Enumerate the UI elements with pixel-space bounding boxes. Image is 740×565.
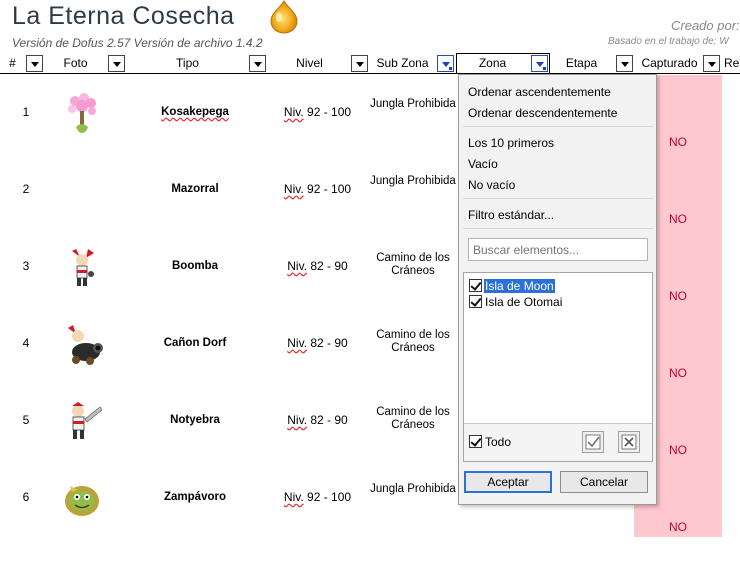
cancel-button[interactable]: Cancelar	[560, 471, 648, 493]
filter-button-nivel[interactable]	[351, 55, 368, 72]
menu-separator	[463, 228, 653, 229]
standard-filter-item[interactable]: Filtro estándar...	[468, 208, 554, 222]
nivel-value: 92 - 100	[303, 490, 352, 504]
col-header-subzona: Sub Zona	[373, 53, 433, 73]
nivel-range: Niv. 92 - 100	[270, 490, 365, 504]
subzona: Camino de los Cráneos	[376, 406, 450, 431]
not-empty-item[interactable]: No vacío	[468, 178, 515, 192]
menu-separator	[463, 198, 653, 199]
subzona: Camino de los Cráneos	[376, 329, 450, 354]
based-on: Basado en el trabajo de: W	[608, 36, 729, 47]
table-header: # Foto Tipo Nivel Sub Zona Zona Etapa Ca…	[0, 53, 740, 74]
row-number: 4	[22, 336, 30, 350]
row-number: 1	[22, 105, 30, 119]
col-header-re: Re	[724, 53, 740, 73]
col-header-tipo: Tipo	[130, 53, 246, 73]
nivel-value: 82 - 90	[307, 259, 348, 273]
deselect-all-button[interactable]	[618, 431, 640, 453]
checkbox-checked-icon[interactable]	[469, 295, 482, 308]
subzona: Jungla Prohibida	[370, 175, 456, 187]
select-all-toggle[interactable]: Todo	[469, 435, 512, 451]
col-header-num: #	[0, 53, 26, 73]
list-item-label: Isla de Moon	[484, 279, 555, 293]
nivel-value: 82 - 90	[307, 413, 348, 427]
list-item[interactable]: Isla de Moon	[469, 279, 555, 295]
check-icon	[585, 434, 601, 450]
col-header-foto: Foto	[46, 53, 106, 73]
menu-separator	[463, 126, 653, 127]
subtitle: Versión de Dofus 2.57 Versión de archivo…	[12, 36, 263, 50]
list-footer: Todo	[464, 423, 652, 461]
col-header-capturado: Capturado	[638, 53, 702, 73]
sort-descending-item[interactable]: Ordenar descendentemente	[468, 106, 617, 120]
filter-button-capturado[interactable]	[703, 55, 720, 72]
checkbox-checked-icon[interactable]	[469, 435, 482, 448]
nivel-range: Niv. 92 - 100	[270, 105, 365, 119]
filter-button-etapa[interactable]	[616, 55, 633, 72]
nivel-prefix: Niv.	[287, 413, 308, 427]
tipo-name: Zampávoro	[164, 491, 226, 503]
tipo-name: Cañon Dorf	[163, 337, 227, 349]
nivel-range: Niv. 82 - 90	[270, 336, 365, 350]
filter-button-num[interactable]	[26, 55, 43, 72]
top-10-item[interactable]: Los 10 primeros	[468, 136, 554, 150]
created-by: Creado por:	[671, 18, 740, 33]
col-header-etapa: Etapa	[552, 53, 612, 73]
tipo-name: Notyebra	[170, 414, 220, 426]
golden-drop-icon	[270, 0, 298, 34]
nivel-prefix: Niv.	[287, 259, 308, 273]
row-number: 5	[22, 413, 30, 427]
zampavoro-portrait-icon	[65, 486, 99, 516]
page-title: La Eterna Cosecha	[12, 2, 235, 30]
nivel-prefix: Niv.	[283, 490, 304, 504]
checkbox-checked-icon[interactable]	[469, 279, 482, 292]
subzona: Camino de los Cráneos	[376, 252, 450, 277]
accept-button[interactable]: Aceptar	[464, 471, 552, 493]
zona-header-selected	[456, 53, 550, 74]
select-all-button[interactable]	[582, 431, 604, 453]
tipo-name: Mazorral	[171, 183, 219, 195]
filter-values-list: Isla de Moon Isla de Otomai Todo	[463, 272, 653, 462]
mazorral-portrait-empty	[58, 166, 106, 214]
subzona: Jungla Prohibida	[370, 98, 456, 110]
list-item[interactable]: Isla de Otomai	[469, 295, 563, 311]
nivel-range: Niv. 82 - 90	[270, 413, 365, 427]
notyebra-portrait-icon	[72, 402, 103, 439]
empty-item[interactable]: Vacío	[468, 157, 498, 171]
row-number: 2	[22, 182, 30, 196]
sort-ascending-item[interactable]: Ordenar ascendentemente	[468, 85, 611, 99]
autofilter-popup: Ordenar ascendentemente Ordenar descende…	[458, 74, 657, 505]
filter-button-tipo[interactable]	[249, 55, 266, 72]
tipo-name: Kosakepega	[161, 106, 229, 118]
nivel-range: Niv. 92 - 100	[270, 182, 365, 196]
subzona: Jungla Prohibida	[370, 483, 456, 495]
nivel-value: 92 - 100	[303, 182, 352, 196]
boomba-portrait-icon	[72, 249, 94, 286]
canon-dorf-portrait-icon	[68, 325, 103, 365]
tipo-name: Boomba	[172, 260, 218, 272]
kosakepega-portrait-icon	[68, 93, 96, 133]
select-all-label: Todo	[485, 435, 512, 449]
row-number: 3	[22, 259, 30, 273]
nivel-range: Niv. 82 - 90	[270, 259, 365, 273]
close-icon	[621, 434, 637, 450]
nivel-value: 82 - 90	[307, 336, 348, 350]
nivel-prefix: Niv.	[287, 336, 308, 350]
filter-button-subzona[interactable]	[437, 55, 454, 72]
list-item-label: Isla de Otomai	[485, 295, 563, 309]
nivel-prefix: Niv.	[283, 105, 304, 119]
nivel-value: 92 - 100	[303, 105, 352, 119]
col-header-nivel: Nivel	[270, 53, 350, 73]
nivel-prefix: Niv.	[283, 182, 304, 196]
search-items-input[interactable]	[468, 238, 648, 261]
capturado-value: NO	[669, 520, 687, 534]
filter-button-foto[interactable]	[108, 55, 125, 72]
filter-values-scroll: Isla de Moon Isla de Otomai	[464, 273, 652, 423]
row-number: 6	[22, 490, 30, 504]
